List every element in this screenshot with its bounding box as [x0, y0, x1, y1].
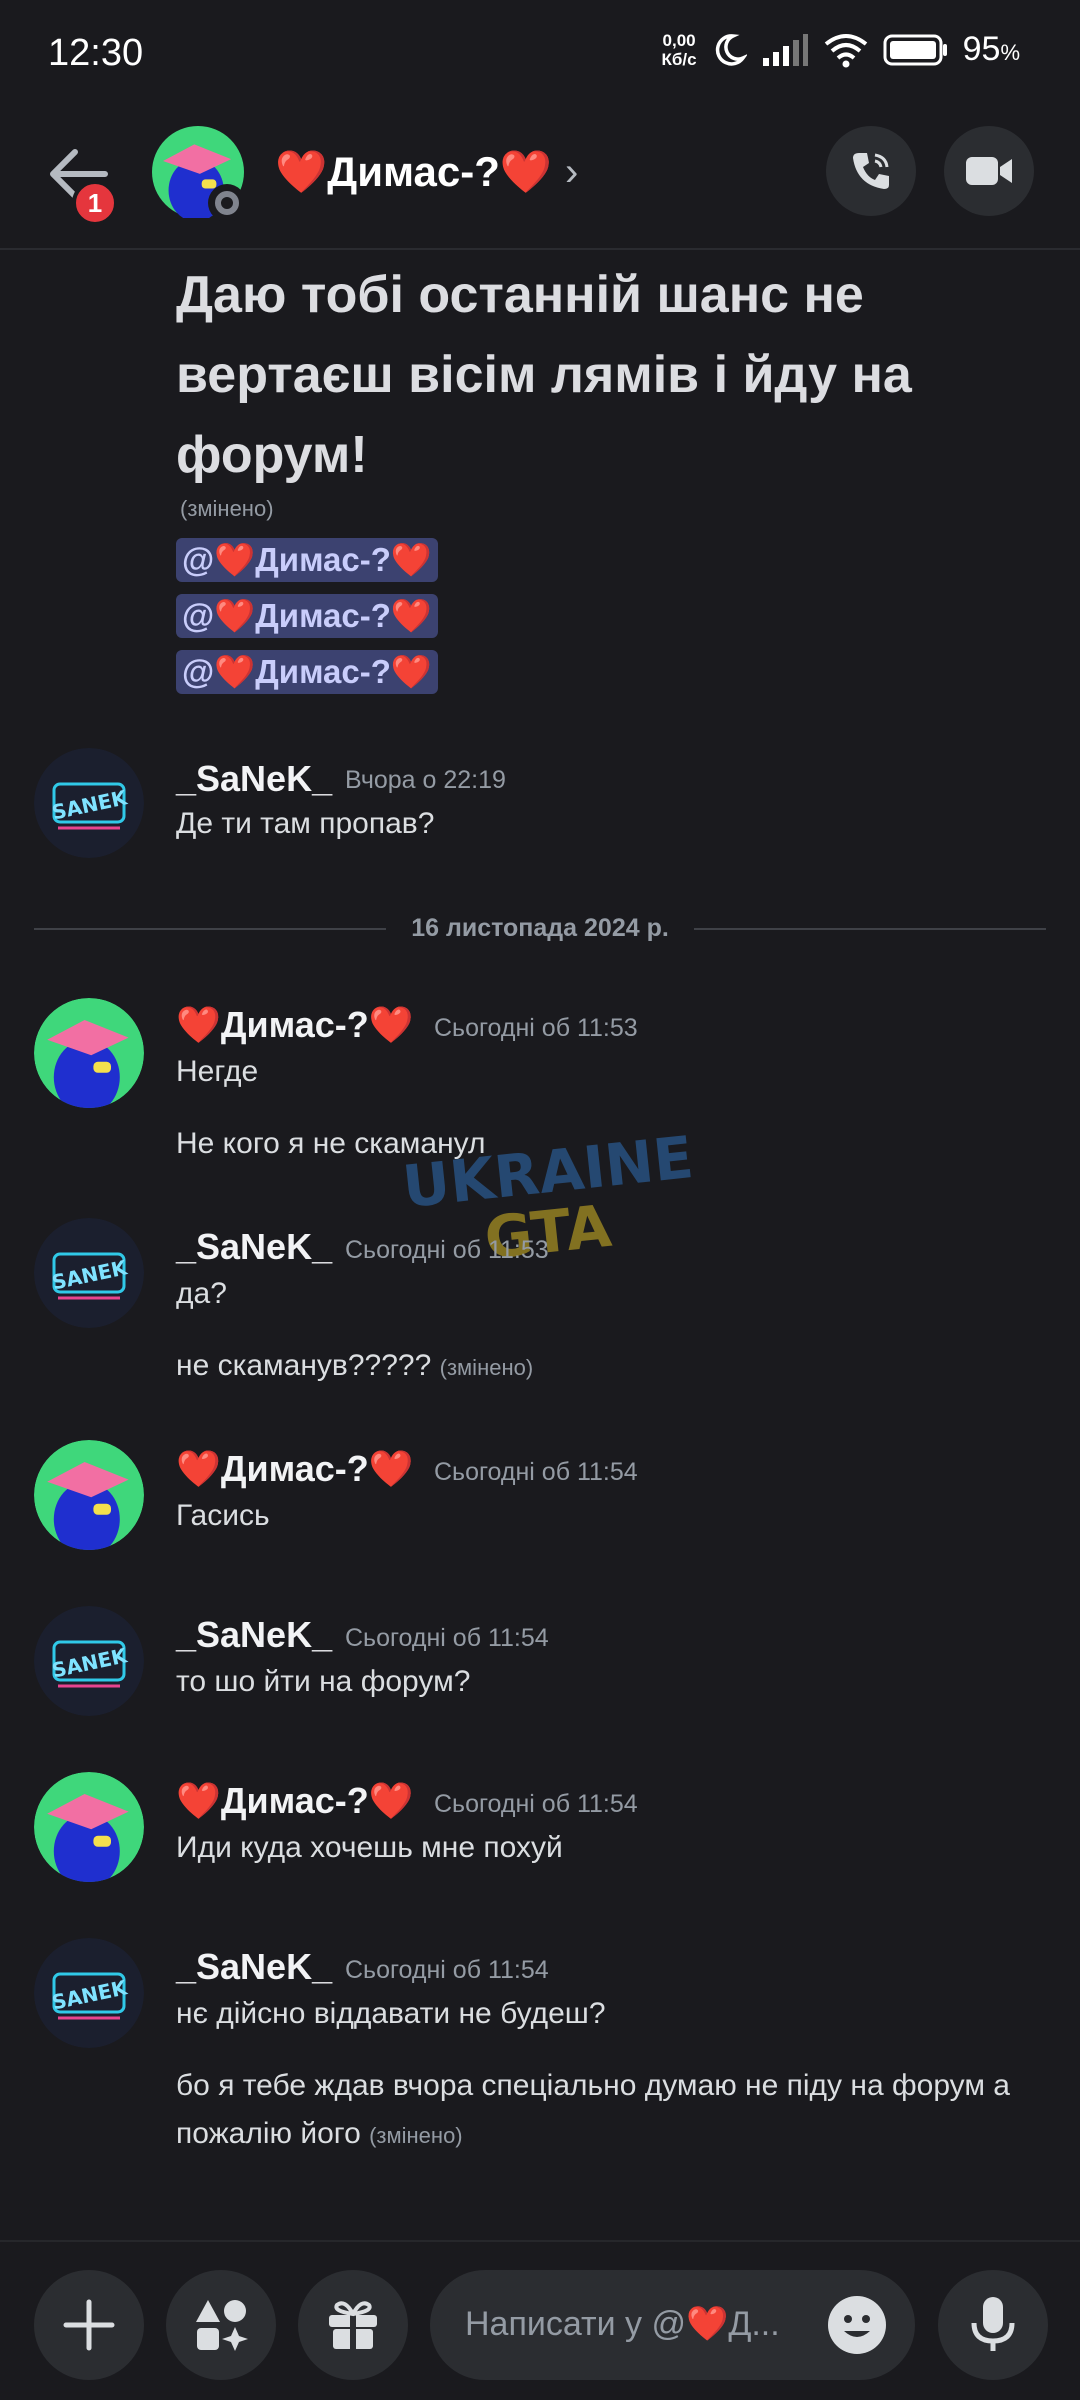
message-text: бо я тебе ждав вчора спеціально думаю не… — [176, 2069, 1010, 2150]
avatar[interactable]: SANEK — [34, 1938, 144, 2048]
phone-icon — [853, 153, 889, 189]
message-username[interactable]: ❤️Димас-?❤️ — [176, 1004, 414, 1046]
message-timestamp: Сьогодні об 11:53 — [434, 1014, 638, 1042]
message-timestamp: Вчора о 22:19 — [345, 766, 506, 794]
message-timestamp: Сьогодні об 11:54 — [345, 1624, 549, 1652]
microphone-icon — [971, 2297, 1015, 2351]
gift-icon — [329, 2301, 377, 2349]
user-mention[interactable]: @❤️Димас-?❤️ — [176, 594, 438, 638]
avatar[interactable]: SANEK — [34, 1606, 144, 1716]
status-bar: 12:30 0,00 Кб/с 95% — [0, 0, 1080, 110]
message-username[interactable]: _SaNeK_ — [176, 1614, 332, 1656]
message-text: Де ти там пропав? — [176, 807, 435, 840]
voice-message-button[interactable] — [938, 2270, 1048, 2380]
edited-label: (змінено) — [439, 1355, 534, 1380]
edited-label: (змінено) — [369, 2123, 463, 2148]
message-text: да? — [176, 1277, 227, 1310]
video-camera-icon — [966, 157, 1012, 185]
battery-level: 95% — [962, 30, 1020, 68]
message-text: не скаманув????? (змінено) — [176, 1349, 534, 1382]
message-timestamp: Сьогодні об 11:53 — [345, 1236, 549, 1264]
message-text: то шо йти на форум? — [176, 1665, 471, 1698]
unread-badge: 1 — [72, 180, 118, 226]
message-composer: Написати у @❤️Д... — [0, 2240, 1080, 2400]
message-timestamp: Сьогодні об 11:54 — [434, 1458, 638, 1486]
message-timestamp: Сьогодні об 11:54 — [434, 1790, 638, 1818]
message-text: Гасись — [176, 1499, 270, 1532]
apps-icon — [196, 2300, 248, 2351]
chevron-right-icon[interactable]: › — [565, 150, 578, 195]
channel-title[interactable]: ❤️Димас-?❤️ — [275, 148, 552, 197]
message-username[interactable]: ❤️Димас-?❤️ — [176, 1448, 414, 1490]
voice-call-button[interactable] — [826, 126, 916, 216]
moon-icon — [715, 33, 747, 66]
divider-line — [694, 928, 1046, 930]
edited-label: (змінено) — [180, 496, 274, 521]
emoji-icon[interactable] — [827, 2295, 887, 2355]
wifi-icon — [824, 33, 867, 67]
message-text: Негде — [176, 1055, 259, 1088]
avatar[interactable] — [34, 1440, 144, 1550]
status-time: 12:30 — [48, 32, 144, 74]
user-mention[interactable]: @❤️Димас-?❤️ — [176, 538, 438, 582]
gift-button[interactable] — [298, 2270, 408, 2380]
status-icons: 0,00 Кб/с 95% — [662, 30, 1020, 69]
message-username[interactable]: ❤️Димас-?❤️ — [176, 1780, 414, 1822]
plus-icon — [63, 2299, 115, 2351]
video-call-button[interactable] — [944, 126, 1034, 216]
avatar[interactable]: SANEK — [34, 748, 144, 858]
signal-icon — [762, 33, 808, 66]
message-username[interactable]: _SaNeK_ — [176, 1946, 332, 1988]
avatar[interactable] — [34, 1772, 144, 1882]
message-input[interactable]: Написати у @❤️Д... — [430, 2270, 915, 2380]
offline-status-icon — [208, 184, 246, 222]
message-text-large: Даю тобі останній шанс не вертаєш вісім … — [176, 266, 912, 484]
message-username[interactable]: _SaNeK_ — [176, 758, 332, 800]
apps-button[interactable] — [166, 2270, 276, 2380]
message-text: Иди куда хочешь мне похуй — [176, 1831, 563, 1864]
message-text: нє дійсно віддавати не будеш? — [176, 1997, 606, 2030]
avatar[interactable]: SANEK — [34, 1218, 144, 1328]
message-input-placeholder: Написати у @❤️Д... — [465, 2305, 780, 2343]
avatar[interactable] — [34, 998, 144, 1108]
add-attachment-button[interactable] — [34, 2270, 144, 2380]
message-timestamp: Сьогодні об 11:54 — [345, 1956, 549, 1984]
battery-icon — [883, 34, 947, 65]
user-mention[interactable]: @❤️Димас-?❤️ — [176, 650, 438, 694]
message-username[interactable]: _SaNeK_ — [176, 1226, 332, 1268]
chat-header: 1 ❤️Димас-?❤️ › — [0, 110, 1080, 250]
network-speed: 0,00 Кб/с — [661, 30, 697, 69]
